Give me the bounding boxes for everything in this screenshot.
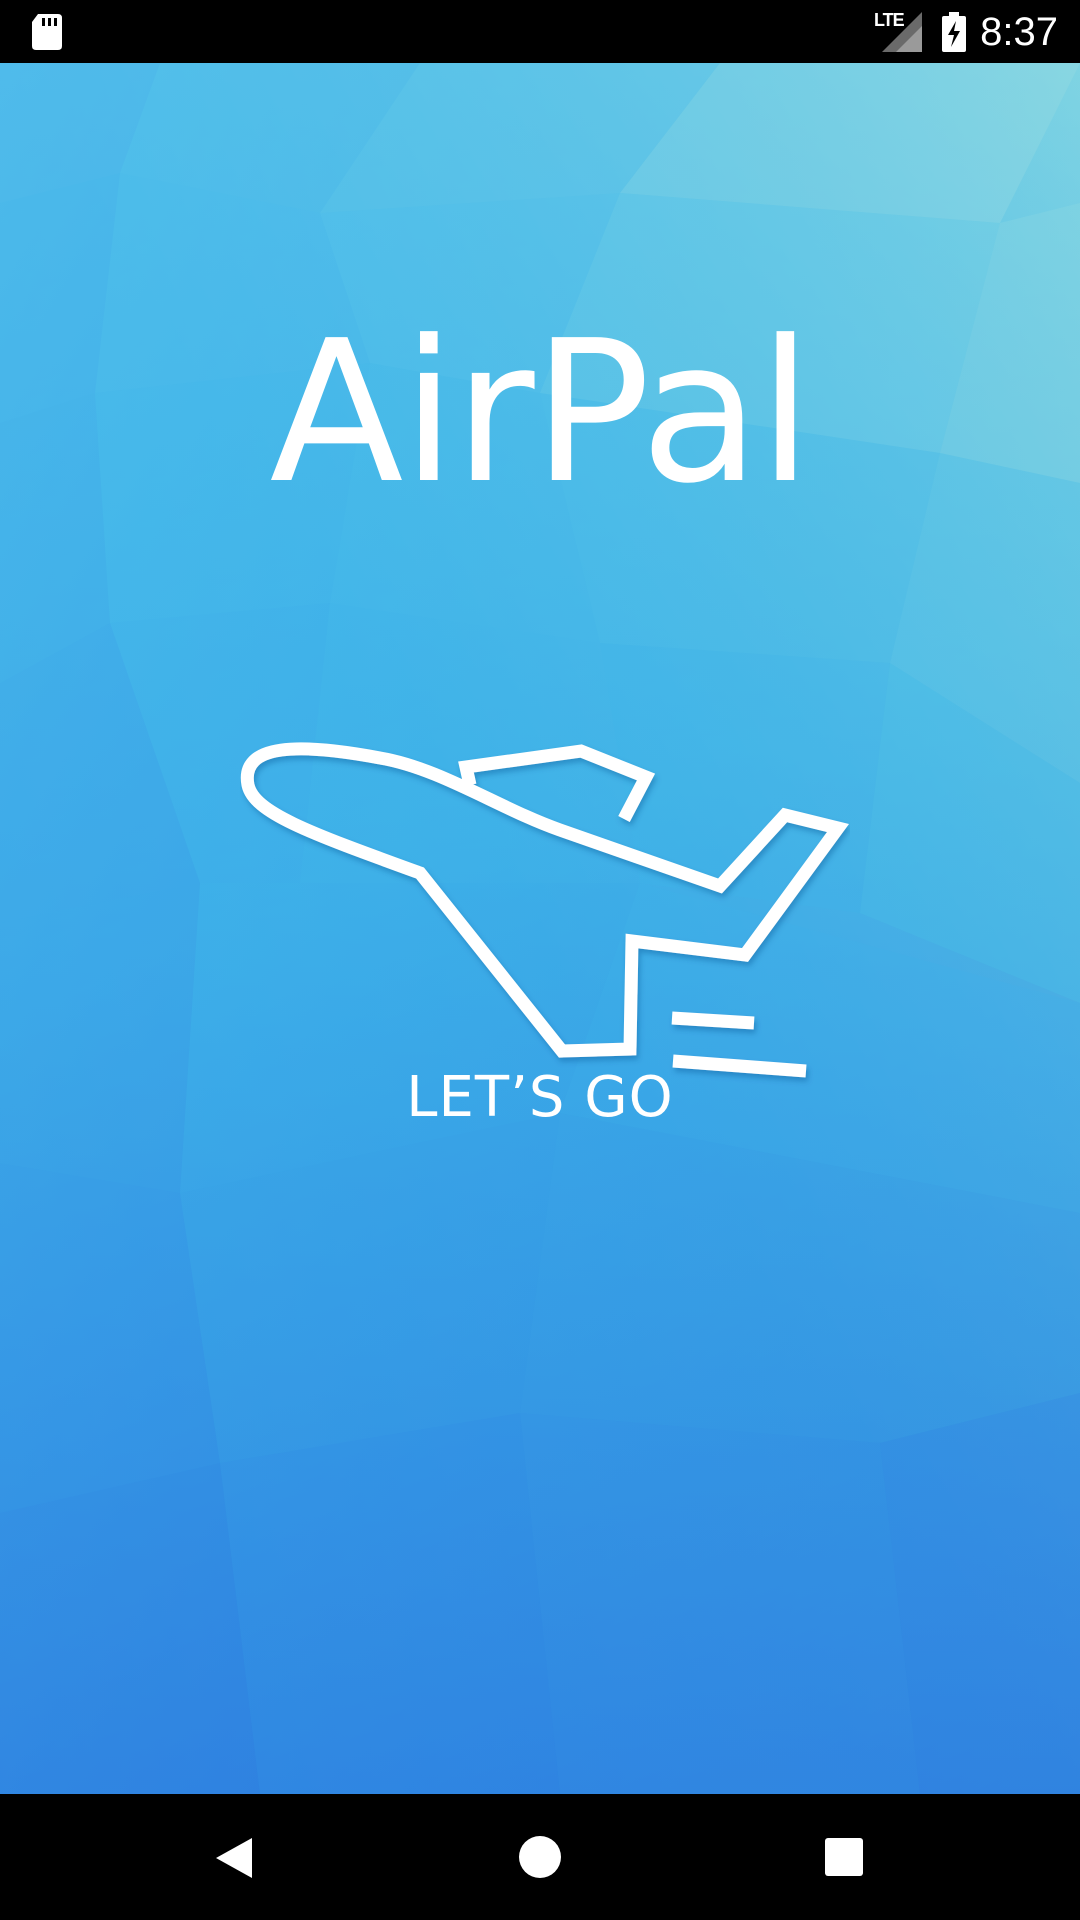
app-title: AirPal (269, 299, 812, 527)
sd-card-icon (32, 14, 62, 50)
recents-square-icon[interactable] (823, 1836, 865, 1878)
airplane-takeoff-icon (240, 742, 849, 1078)
splash-screen[interactable]: AirPal LET’S GO (0, 63, 1080, 1794)
lets-go-tagline[interactable]: LET’S GO (0, 1063, 1080, 1133)
signal-strength-icon (882, 12, 922, 52)
battery-charging-icon (942, 12, 966, 52)
navigation-bar (0, 1794, 1080, 1920)
back-triangle-icon[interactable] (210, 1834, 258, 1882)
status-clock: 8:37 (980, 10, 1058, 54)
home-circle-icon[interactable] (517, 1834, 563, 1880)
status-bar: LTE 8:37 (0, 0, 1080, 63)
